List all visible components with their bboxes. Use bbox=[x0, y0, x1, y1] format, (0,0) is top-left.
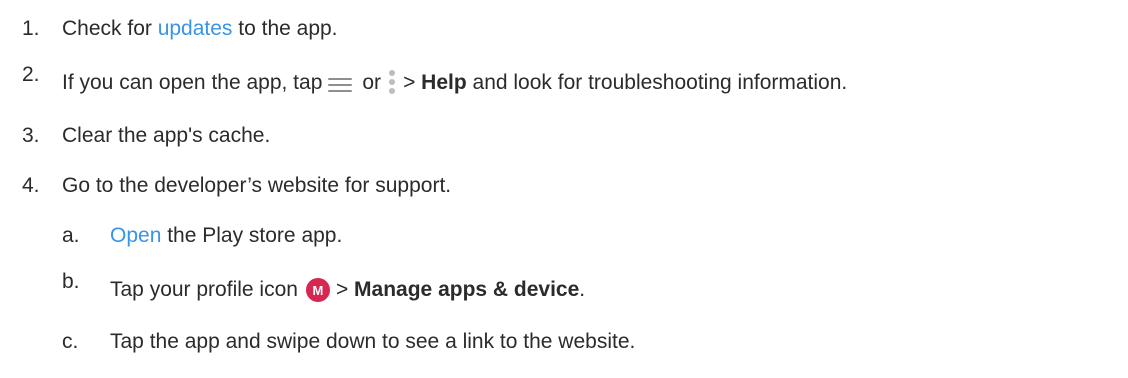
step-text-pre: If you can open the app, tap bbox=[62, 71, 323, 94]
step-text-post: and look for troubleshooting information… bbox=[466, 71, 848, 94]
substep-text: Tap your profile icon M > Manage apps & … bbox=[110, 278, 585, 302]
step-text-post: to the app. bbox=[232, 17, 338, 40]
more-vert-icon bbox=[387, 70, 397, 96]
step-number: 2. bbox=[22, 63, 40, 86]
profile-avatar-icon: M bbox=[305, 278, 330, 302]
step-number: 3. bbox=[22, 124, 40, 147]
step-text: If you can open the app, tap or > Help a… bbox=[62, 70, 847, 96]
substep-text-post: the Play store app. bbox=[161, 224, 343, 247]
step-number: 1. bbox=[22, 17, 40, 40]
separator: > bbox=[335, 278, 349, 301]
step-text-pre: Check for bbox=[62, 17, 158, 40]
step-text-or: or bbox=[362, 71, 382, 94]
help-label: Help bbox=[421, 71, 467, 94]
updates-link[interactable]: updates bbox=[158, 17, 233, 41]
step-number: 4. bbox=[22, 174, 40, 197]
substep-text: Open the Play store app. bbox=[110, 224, 342, 248]
hamburger-menu-icon bbox=[328, 76, 354, 92]
open-link[interactable]: Open bbox=[110, 224, 161, 248]
separator: > bbox=[403, 71, 416, 94]
substep-letter: c. bbox=[62, 330, 79, 353]
substep-text: Tap the app and swipe down to see a link… bbox=[110, 330, 636, 353]
substep-letter: b. bbox=[62, 270, 80, 293]
manage-apps-label: Manage apps & device bbox=[354, 278, 580, 301]
instructions-list: 1. Check for updates to the app. 2. If y… bbox=[0, 0, 1128, 378]
step-text: Check for updates to the app. bbox=[62, 17, 338, 41]
step-text: Go to the developer’s website for suppor… bbox=[62, 174, 452, 197]
substep-text-post: . bbox=[579, 278, 586, 301]
step-text: Clear the app's cache. bbox=[62, 124, 271, 147]
substep-letter: a. bbox=[62, 224, 80, 247]
substep-text-pre: Tap your profile icon bbox=[110, 278, 298, 301]
